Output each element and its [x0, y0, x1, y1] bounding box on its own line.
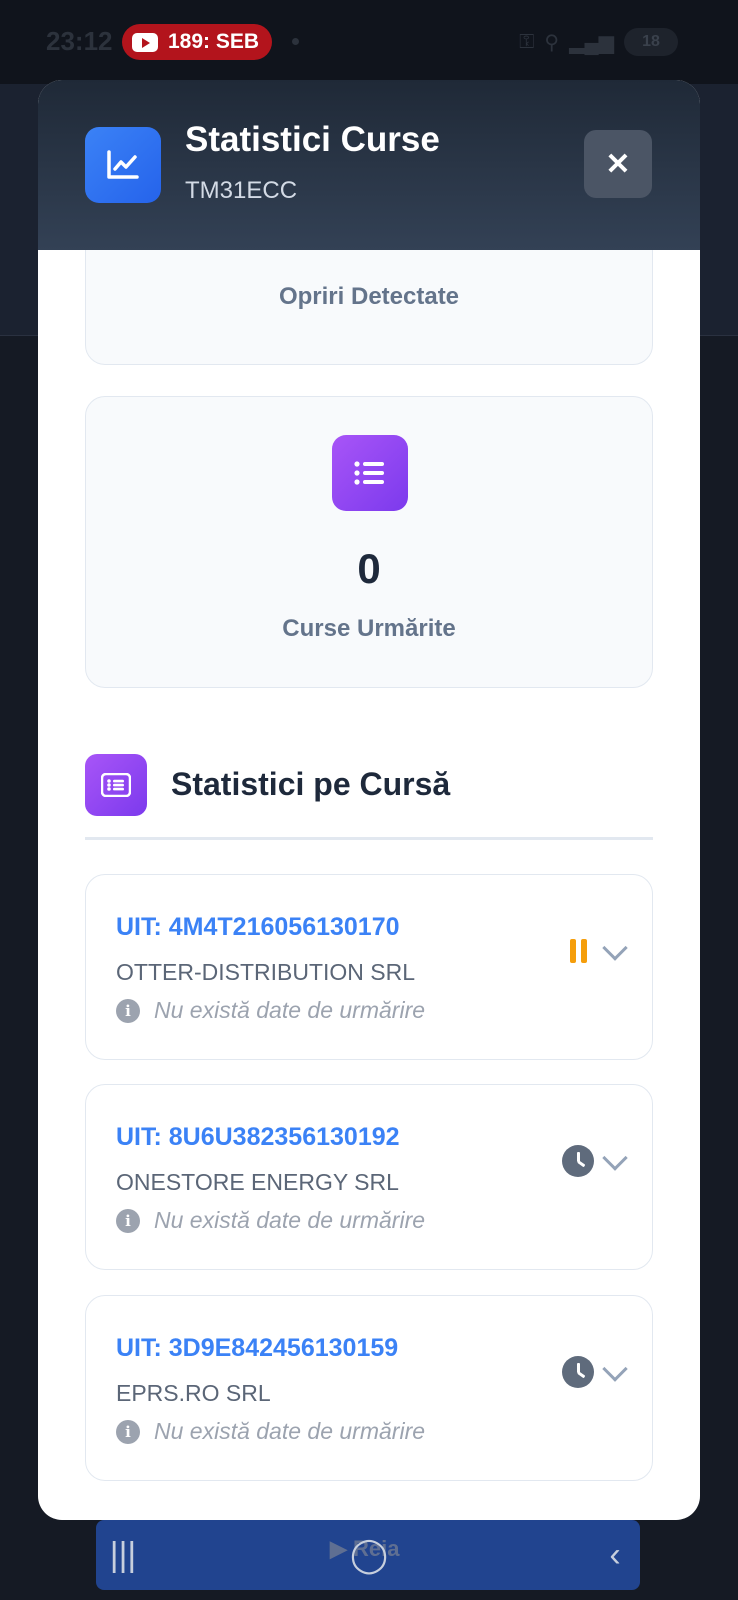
youtube-icon [132, 32, 158, 52]
info-icon: i [116, 1208, 140, 1233]
trip-uit: UIT: 3D9E842456130159 [116, 1334, 399, 1362]
recents-icon[interactable]: ||| [93, 1536, 153, 1575]
notification-text: 189: SEB [168, 30, 260, 53]
tracked-value: 0 [357, 545, 381, 592]
trip-note: i Nu există date de urmărire [116, 1207, 425, 1234]
trip-note: i Nu există date de urmărire [116, 1418, 425, 1445]
battery-icon: 18 [624, 28, 678, 56]
notification-dot-icon [292, 38, 299, 45]
trip-company: EPRS.RO SRL [116, 1380, 271, 1406]
info-icon: i [116, 998, 140, 1023]
status-time: 23:12 [46, 26, 113, 56]
trip-note-text: Nu există date de urmărire [154, 1418, 426, 1444]
section-header: Statistici pe Cursă [85, 754, 653, 840]
close-icon: ✕ [605, 147, 631, 181]
stops-value: 0 [86, 250, 652, 253]
stops-label: Opriri Detectate [278, 283, 460, 310]
close-button[interactable]: ✕ [584, 130, 652, 198]
stops-stat-card: 0 Opriri Detectate [85, 250, 653, 365]
key-icon: ⚿ [519, 30, 535, 53]
trip-card[interactable]: UIT: 8U6U382356130192 ONESTORE ENERGY SR… [85, 1084, 653, 1270]
chevron-down-icon[interactable] [602, 935, 628, 961]
pause-icon [562, 935, 594, 967]
trip-uit: UIT: 8U6U382356130192 [116, 1123, 400, 1151]
list-alt-icon [85, 754, 147, 816]
signal-icon: ▂▄▆ [569, 31, 614, 54]
status-bar: 23:12 189: SEB ⚿ ⚲ ▂▄▆ 18 [0, 0, 738, 84]
trip-card[interactable]: UIT: 3D9E842456130159 EPRS.RO SRL i Nu e… [85, 1295, 653, 1481]
home-icon[interactable]: ◯ [339, 1535, 399, 1575]
chart-line-icon [85, 127, 161, 203]
modal-header: Statistici Curse TM31ECC ✕ [38, 80, 700, 250]
section-title: Statistici pe Cursă [171, 766, 451, 802]
stats-modal: Statistici Curse TM31ECC ✕ 0 Opriri Dete… [38, 80, 700, 1520]
tracked-label: Curse Urmărite [282, 615, 456, 642]
trip-note: i Nu există date de urmărire [116, 997, 425, 1024]
vehicle-plate: TM31ECC [185, 177, 298, 204]
trip-note-text: Nu există date de urmărire [154, 997, 426, 1023]
trip-company: OTTER-DISTRIBUTION SRL [116, 959, 416, 985]
modal-title: Statistici Curse [185, 120, 440, 159]
info-icon: i [116, 1419, 140, 1444]
tracked-stat-card: 0 Curse Urmărite [85, 396, 653, 688]
trip-company: ONESTORE ENERGY SRL [116, 1169, 399, 1195]
chevron-down-icon[interactable] [602, 1145, 628, 1171]
back-icon[interactable]: ‹ [585, 1536, 645, 1575]
modal-content[interactable]: 0 Opriri Detectate 0 Curse Urmărite [38, 250, 700, 1520]
trip-uit: UIT: 4M4T216056130170 [116, 913, 400, 941]
trip-note-text: Nu există date de urmărire [154, 1207, 426, 1233]
trip-card[interactable]: UIT: 4M4T216056130170 OTTER-DISTRIBUTION… [85, 874, 653, 1060]
status-icons: ⚿ ⚲ ▂▄▆ 18 [519, 28, 678, 56]
location-icon: ⚲ [544, 31, 560, 54]
youtube-notification-pill[interactable]: 189: SEB [122, 24, 272, 60]
clock-icon [562, 1145, 594, 1177]
list-icon [332, 435, 408, 511]
system-nav-bar: ||| ◯ ‹ [0, 1520, 738, 1590]
chevron-down-icon[interactable] [602, 1356, 628, 1382]
clock-icon [562, 1356, 594, 1388]
